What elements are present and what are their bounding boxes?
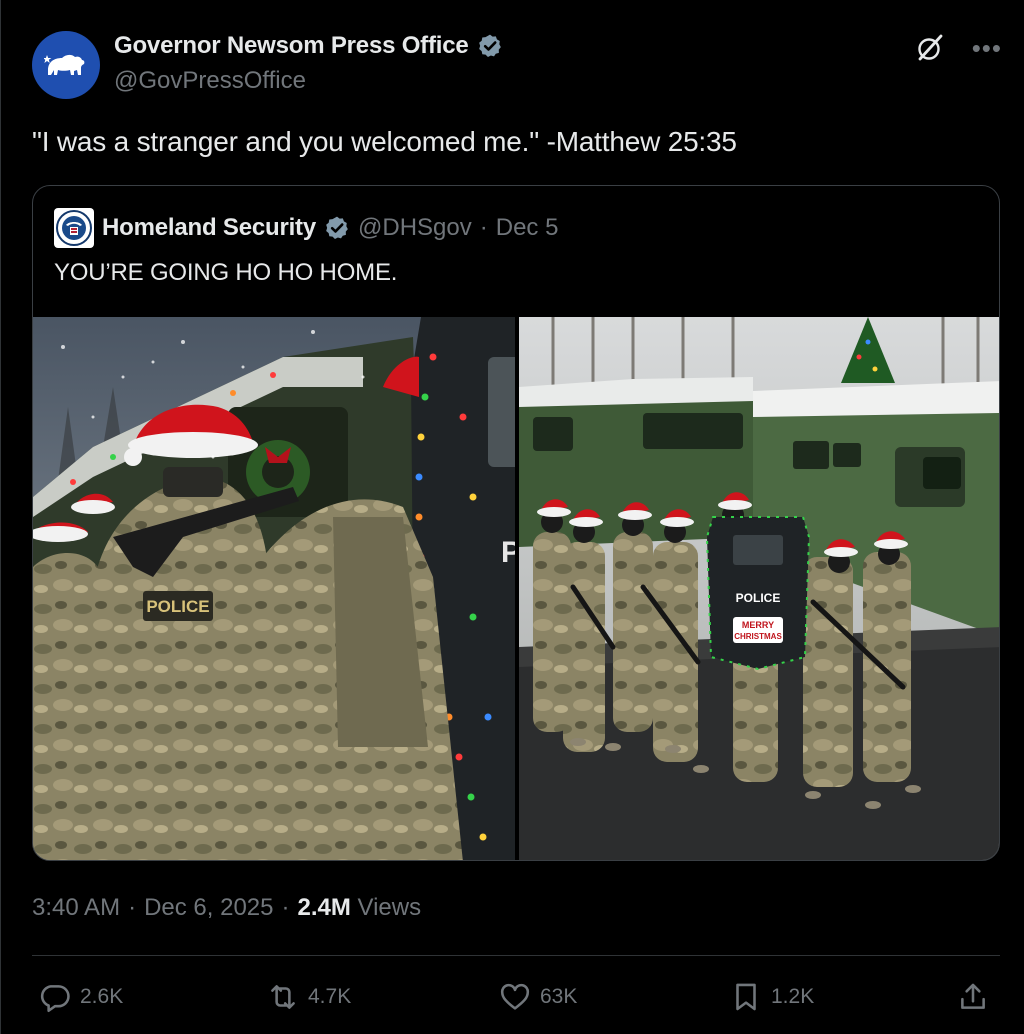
separator: · [128, 894, 137, 921]
bookmark-button[interactable]: 1.2K [729, 975, 814, 1019]
post-date[interactable]: Dec 6, 2025 [144, 894, 273, 922]
like-count: 63K [540, 985, 578, 1008]
share-button[interactable] [956, 975, 990, 1019]
right-shield-text: POLICE [736, 591, 781, 605]
author-handle[interactable]: @GovPressOffice [114, 67, 306, 95]
media-images: P POLICE POLICE MERRY CHRISTMAS [33, 317, 999, 860]
bookmark-count: 1.2K [771, 985, 815, 1008]
quoted-author-handle[interactable]: @DHSgov [358, 214, 472, 242]
more-icon[interactable]: ••• [972, 35, 1002, 61]
quoted-post[interactable]: Homeland Security @DHSgov · Dec 5 YOU’RE… [32, 185, 1000, 861]
author-name[interactable]: Governor Newsom Press Office [114, 32, 469, 60]
separator: · [281, 894, 290, 921]
author-avatar[interactable] [32, 31, 100, 99]
post-text: "I was a stranger and you welcomed me." … [32, 126, 737, 157]
quoted-post-media[interactable]: P POLICE POLICE MERRY CHRISTMAS [33, 317, 999, 860]
quoted-post-header: Homeland Security @DHSgov · Dec 5 [54, 208, 558, 248]
separator: · [479, 214, 488, 241]
quoted-post-text: YOU’RE GOING HO HO HOME. [54, 259, 398, 286]
right-photo: POLICE MERRY CHRISTMAS [519, 317, 999, 860]
action-bar: 2.6K 4.7K 63K 1.2K [32, 975, 1002, 1019]
merry-sign-line2: CHRISTMAS [734, 632, 782, 641]
dhs-seal-icon [56, 210, 92, 246]
post-meta: 3:40 AM · Dec 6, 2025 · 2.4M Views [32, 894, 421, 922]
police-patch-text: POLICE [146, 597, 209, 616]
left-photo: P POLICE [33, 317, 523, 860]
bookmark-icon [736, 983, 756, 1011]
views-label: Views [357, 894, 422, 921]
quoted-post-date[interactable]: Dec 5 [496, 214, 559, 242]
reply-button[interactable]: 2.6K [38, 975, 123, 1019]
repost-count: 4.7K [308, 985, 352, 1008]
merry-sign-line1: MERRY [742, 620, 774, 630]
left-border [0, 0, 1, 1034]
grok-icon[interactable] [914, 32, 946, 64]
verified-badge-icon [478, 34, 501, 57]
quoted-author-avatar[interactable] [54, 208, 94, 248]
repost-button[interactable]: 4.7K [266, 975, 351, 1019]
reply-count: 2.6K [80, 985, 124, 1008]
post-time[interactable]: 3:40 AM [32, 894, 120, 922]
bear-icon [44, 54, 85, 75]
share-icon [961, 983, 985, 1009]
repost-icon [271, 985, 295, 1009]
quoted-author-name[interactable]: Homeland Security [102, 214, 316, 242]
divider [32, 955, 1000, 956]
reply-icon [40, 985, 70, 1013]
verified-badge-icon [326, 216, 348, 239]
like-button[interactable]: 63K [498, 975, 577, 1019]
post: Governor Newsom Press Office @GovPressOf… [0, 0, 1024, 1034]
views-count: 2.4M [297, 894, 351, 921]
heart-icon [500, 983, 530, 1010]
author-name-row: Governor Newsom Press Office [114, 32, 503, 60]
top-actions: ••• [914, 32, 1002, 64]
